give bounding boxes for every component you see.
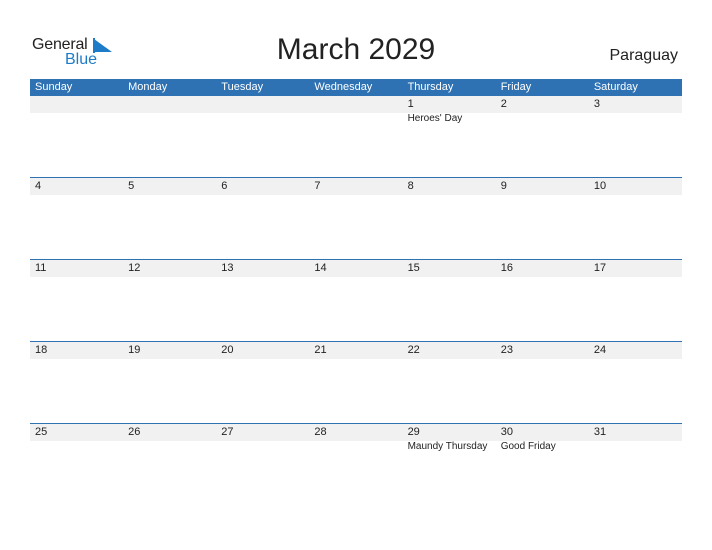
day-number-row: 25 26 27 28 29 30 31 xyxy=(30,424,682,441)
day-number xyxy=(216,96,309,113)
day-number: 9 xyxy=(500,180,507,192)
day-number: 22 xyxy=(407,344,420,356)
weeks-container: 1 2 3 Heroes' Day 4 5 6 7 8 9 10 11 12 13 14 15 16 17 18 19… xyxy=(30,96,682,505)
day-number xyxy=(123,96,216,113)
day-number: 25 xyxy=(35,426,48,438)
day-number: 31 xyxy=(593,426,607,438)
week-row: 4 5 6 7 8 9 10 xyxy=(30,177,682,259)
day-number: 8 xyxy=(407,180,414,192)
weekday-tuesday: Tuesday xyxy=(221,81,264,93)
holiday-label xyxy=(589,113,682,125)
day-number xyxy=(309,96,402,113)
day-number: 18 xyxy=(35,344,48,356)
holiday-label xyxy=(309,113,402,125)
day-number xyxy=(30,96,123,113)
weekday-header: Sunday Monday Tuesday Wednesday Thursday… xyxy=(30,79,682,96)
event-row: Heroes' Day xyxy=(30,113,682,125)
day-number: 19 xyxy=(128,344,141,356)
weekday-friday: Friday xyxy=(500,81,532,93)
day-number: 15 xyxy=(407,262,420,274)
holiday-label xyxy=(496,113,589,125)
day-number: 24 xyxy=(593,344,607,356)
holiday-label xyxy=(123,113,216,125)
day-number: 4 xyxy=(35,180,42,192)
holiday-label: Good Friday xyxy=(500,441,556,452)
day-number: 14 xyxy=(314,262,327,274)
day-number: 12 xyxy=(128,262,141,274)
day-number: 10 xyxy=(593,180,607,192)
holiday-label xyxy=(309,441,402,453)
day-number: 16 xyxy=(500,262,513,274)
holiday-label: Maundy Thursday xyxy=(407,441,488,452)
holiday-label xyxy=(30,441,123,453)
holiday-label xyxy=(216,441,309,453)
week-row: 1 2 3 Heroes' Day xyxy=(30,96,682,177)
day-number: 27 xyxy=(221,426,234,438)
day-number: 3 xyxy=(593,98,600,110)
day-number: 5 xyxy=(128,180,135,192)
day-number: 11 xyxy=(35,262,47,274)
day-number: 23 xyxy=(500,344,513,356)
holiday-label xyxy=(589,441,682,453)
day-number-row: 1 2 3 xyxy=(30,96,682,113)
day-number: 30 xyxy=(500,426,513,438)
holiday-label xyxy=(30,113,123,125)
day-number-row: 11 12 13 14 15 16 17 xyxy=(30,260,682,277)
holiday-label xyxy=(216,113,309,125)
day-number: 1 xyxy=(407,98,414,110)
day-number-row: 18 19 20 21 22 23 24 xyxy=(30,342,682,359)
holiday-label: Heroes' Day xyxy=(407,113,463,124)
day-number: 29 xyxy=(407,426,420,438)
day-number: 6 xyxy=(221,180,228,192)
calendar-title: March 2029 xyxy=(276,33,436,66)
weekday-wednesday: Wednesday xyxy=(314,81,373,93)
country-label: Paraguay xyxy=(609,47,679,64)
week-row: 25 26 27 28 29 30 31 Maundy Thursday Good Friday xyxy=(30,423,682,505)
day-number: 26 xyxy=(128,426,141,438)
day-number: 17 xyxy=(593,262,607,274)
weekday-thursday: Thursday xyxy=(407,81,454,93)
weekday-sunday: Sunday xyxy=(35,81,73,93)
holiday-label xyxy=(123,441,216,453)
day-number: 20 xyxy=(221,344,234,356)
week-row: 11 12 13 14 15 16 17 xyxy=(30,259,682,341)
calendar-grid: Sunday Monday Tuesday Wednesday Thursday… xyxy=(30,79,682,505)
day-number: 7 xyxy=(314,180,321,192)
day-number-row: 4 5 6 7 8 9 10 xyxy=(30,178,682,195)
weekday-saturday: Saturday xyxy=(593,81,638,93)
day-number: 2 xyxy=(500,98,507,110)
event-row: Maundy Thursday Good Friday xyxy=(30,441,682,453)
day-number: 28 xyxy=(314,426,327,438)
day-number: 13 xyxy=(221,262,234,274)
weekday-monday: Monday xyxy=(128,81,168,93)
week-row: 18 19 20 21 22 23 24 xyxy=(30,341,682,423)
day-number: 21 xyxy=(314,344,327,356)
